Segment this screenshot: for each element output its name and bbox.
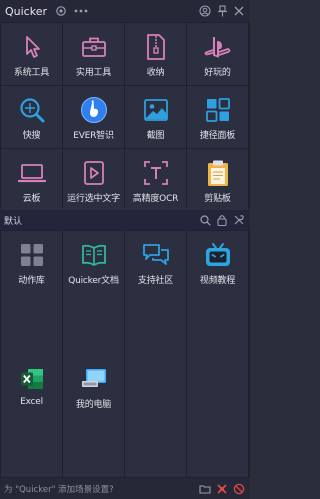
close-icon[interactable] <box>234 6 244 16</box>
more-options-icon[interactable] <box>74 9 88 13</box>
apps-grid-icon <box>17 240 47 270</box>
empty-slot[interactable] <box>187 417 248 477</box>
status-bar: 为 "Quicker" 添加场景设置? <box>0 478 250 499</box>
action-label: 系统工具 <box>13 68 50 78</box>
action-support-community[interactable]: 支持社区 <box>125 231 186 293</box>
user-account-icon[interactable] <box>199 5 211 17</box>
empty-slot[interactable] <box>125 417 186 477</box>
action-label: 收纳 <box>146 68 165 78</box>
scene-actions-panel: 动作库 Quicker文档 支持社区 视频教程 Excel 我的电脑 <box>0 230 250 478</box>
action-shortcut-panel[interactable]: 捷径面板 <box>187 86 248 148</box>
action-screenshot[interactable]: 截图 <box>125 86 186 148</box>
scene-header: 默认 <box>0 210 250 230</box>
action-label: 支持社区 <box>137 276 174 286</box>
action-label: 视频教程 <box>199 276 236 286</box>
search-icon[interactable] <box>200 214 211 226</box>
empty-slot[interactable] <box>125 293 186 355</box>
action-fun[interactable]: 好玩的 <box>187 23 248 85</box>
ocr-text-icon <box>141 158 171 188</box>
tools-icon[interactable] <box>233 214 245 226</box>
action-label: 运行选中文字 <box>67 194 120 204</box>
action-label: 快搜 <box>22 131 41 141</box>
action-label: 动作库 <box>18 276 45 286</box>
action-label: Quicker文档 <box>68 276 119 286</box>
disable-icon[interactable] <box>233 483 245 495</box>
playstation-icon <box>203 32 233 62</box>
cursor-arrow-icon <box>17 32 47 62</box>
action-label: Excel <box>20 397 43 407</box>
excel-icon <box>17 364 47 394</box>
action-clipboard[interactable]: 剪贴板 <box>187 149 248 211</box>
chat-bubbles-icon <box>141 240 171 270</box>
action-label: 捷径面板 <box>199 131 236 141</box>
book-icon <box>79 240 109 270</box>
action-run-selected-text[interactable]: 运行选中文字 <box>63 149 124 211</box>
action-video-tutorials[interactable]: 视频教程 <box>187 231 248 293</box>
clipboard-icon <box>203 158 233 188</box>
action-system-tools[interactable]: 系统工具 <box>1 23 62 85</box>
plugin-red-icon[interactable] <box>216 483 228 495</box>
laptop-icon <box>17 158 47 188</box>
action-ever[interactable]: EVER智识 <box>63 86 124 148</box>
empty-slot[interactable] <box>63 417 124 477</box>
empty-slot[interactable] <box>125 355 186 417</box>
pin-icon[interactable] <box>217 5 228 17</box>
global-actions-panel: 系统工具 实用工具 收纳 好玩的 快搜 EVER智识 截图 捷径面板 云板 运行… <box>0 22 250 211</box>
play-doc-icon <box>79 158 109 188</box>
action-my-computer[interactable]: 我的电脑 <box>63 355 124 417</box>
settings-gear-icon[interactable] <box>55 5 67 17</box>
ever-logo-icon <box>79 95 109 125</box>
action-label: EVER智识 <box>73 131 114 141</box>
dashboard-grid-icon <box>203 95 233 125</box>
empty-slot[interactable] <box>1 293 62 355</box>
action-ocr[interactable]: 高精度OCR <box>125 149 186 211</box>
folder-icon[interactable] <box>199 484 211 494</box>
title-bar: Quicker <box>0 0 250 22</box>
action-label: 好玩的 <box>204 68 231 78</box>
action-label: 高精度OCR <box>132 194 179 204</box>
bilibili-tv-icon <box>203 240 233 270</box>
empty-slot[interactable] <box>187 355 248 417</box>
search-globe-icon <box>17 95 47 125</box>
action-cloud-board[interactable]: 云板 <box>1 149 62 211</box>
toolbox-icon <box>79 32 109 62</box>
zip-file-icon <box>141 32 171 62</box>
scene-title: 默认 <box>4 216 23 227</box>
scene-setting-prompt[interactable]: 为 "Quicker" 添加场景设置? <box>4 483 114 495</box>
action-label: 云板 <box>22 194 41 204</box>
image-icon <box>141 95 171 125</box>
empty-slot[interactable] <box>1 417 62 477</box>
action-library[interactable]: 动作库 <box>1 231 62 293</box>
action-label: 剪贴板 <box>204 194 231 204</box>
action-label: 我的电脑 <box>75 400 112 410</box>
action-storage[interactable]: 收纳 <box>125 23 186 85</box>
action-label: 截图 <box>146 131 165 141</box>
action-quick-search[interactable]: 快搜 <box>1 86 62 148</box>
empty-slot[interactable] <box>187 293 248 355</box>
action-excel[interactable]: Excel <box>1 355 62 417</box>
lock-icon[interactable] <box>217 214 227 226</box>
action-quicker-docs[interactable]: Quicker文档 <box>63 231 124 293</box>
action-label: 实用工具 <box>75 68 112 78</box>
computer-icon <box>79 364 109 394</box>
empty-slot[interactable] <box>63 293 124 355</box>
app-title: Quicker <box>5 4 48 18</box>
action-utility-tools[interactable]: 实用工具 <box>63 23 124 85</box>
